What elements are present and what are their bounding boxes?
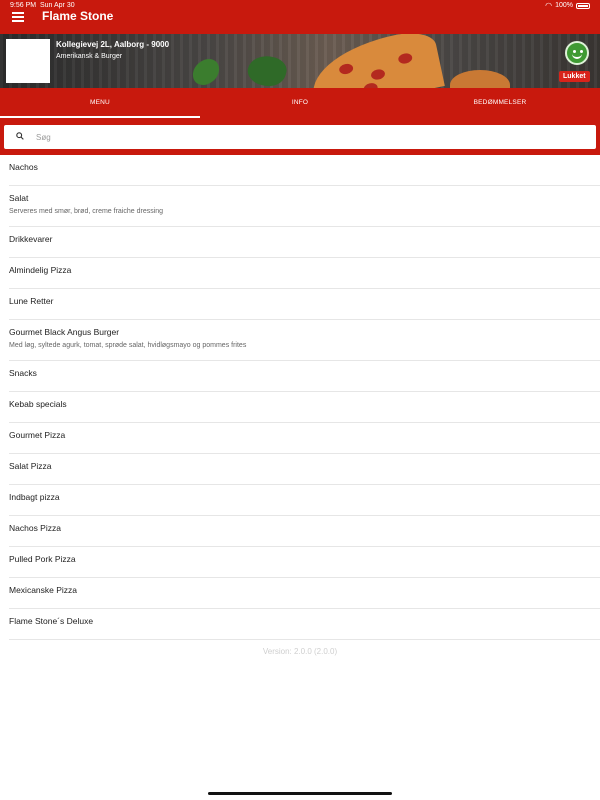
hamburger-icon[interactable]	[12, 12, 24, 22]
menu-item-description: Serveres med smør, brød, creme fraiche d…	[9, 208, 164, 215]
smiley-icon[interactable]	[565, 41, 589, 65]
app-title: Flame Stone	[42, 9, 114, 23]
menu-item-indbagt-pizza[interactable]: Indbagt pizza	[9, 485, 600, 516]
restaurant-cuisine: Amerikansk & Burger	[56, 53, 123, 60]
menu-item-name: Pulled Pork Pizza	[9, 554, 76, 564]
battery-percent: 100%	[555, 2, 573, 9]
menu-item-name: Salat	[9, 193, 29, 203]
app-bar: 9:56 PM Sun Apr 30 ◠ 100% Flame Stone	[0, 0, 600, 34]
pizza-slice-image	[450, 70, 510, 88]
pizza-slice-image	[305, 34, 445, 88]
menu-item-mexicanske-pizza[interactable]: Mexicanske Pizza	[9, 578, 600, 609]
menu-item-name: Salat Pizza	[9, 461, 52, 471]
menu-item-gourmet-pizza[interactable]: Gourmet Pizza	[9, 423, 600, 454]
restaurant-banner: Kollegievej 2L, Aalborg - 9000 Amerikans…	[0, 34, 600, 88]
menu-item-salat-pizza[interactable]: Salat Pizza	[9, 454, 600, 485]
menu-item-name: Gourmet Pizza	[9, 430, 66, 440]
menu-item-name: Mexicanske Pizza	[9, 585, 78, 595]
status-indicators: ◠ 100%	[545, 0, 590, 10]
wifi-icon: ◠	[545, 0, 553, 10]
status-time-text: 9:56 PM	[10, 2, 37, 9]
menu-item-description: Med løg, syltede agurk, tomat, sprøde sa…	[9, 342, 247, 349]
basil-leaf-image	[188, 55, 224, 88]
menu-item-nachos-pizza[interactable]: Nachos Pizza	[9, 516, 600, 547]
basil-leaf-image	[244, 51, 290, 88]
menu-item-name: Lune Retter	[9, 296, 54, 306]
menu-item-snacks[interactable]: Snacks	[9, 361, 600, 392]
restaurant-address: Kollegievej 2L, Aalborg - 9000	[56, 40, 170, 49]
home-indicator[interactable]	[208, 792, 392, 795]
tab-menu[interactable]: MENU	[0, 88, 200, 118]
tab-bar: MENU INFO BEDØMMELSER	[0, 88, 600, 118]
menu-item-kebab-specials[interactable]: Kebab specials	[9, 392, 600, 423]
menu-item-flame-stone-deluxe[interactable]: Flame Stone´s Deluxe	[9, 609, 600, 640]
menu-item-name: Almindelig Pizza	[9, 265, 72, 275]
menu-item-gourmet-burger[interactable]: Gourmet Black Angus Burger Med løg, sylt…	[9, 320, 600, 361]
menu-item-lune-retter[interactable]: Lune Retter	[9, 289, 600, 320]
menu-item-almindelig-pizza[interactable]: Almindelig Pizza	[9, 258, 600, 289]
search-field[interactable]	[4, 125, 596, 149]
status-time: 9:56 PM Sun Apr 30	[10, 2, 75, 9]
menu-item-pulled-pork-pizza[interactable]: Pulled Pork Pizza	[9, 547, 600, 578]
status-date-text: Sun Apr 30	[39, 2, 75, 9]
menu-item-name: Gourmet Black Angus Burger	[9, 327, 120, 337]
search-input[interactable]	[36, 125, 586, 149]
menu-item-nachos[interactable]: Nachos	[9, 155, 600, 186]
version-label: Version: 2.0.0 (2.0.0)	[262, 647, 338, 656]
menu-item-name: Nachos	[9, 162, 38, 172]
menu-item-name: Flame Stone´s Deluxe	[9, 616, 94, 626]
menu-item-name: Indbagt pizza	[9, 492, 60, 502]
battery-icon	[576, 2, 590, 9]
menu-item-name: Kebab specials	[9, 399, 67, 409]
menu-item-name: Nachos Pizza	[9, 523, 61, 533]
tab-reviews[interactable]: BEDØMMELSER	[400, 88, 600, 118]
menu-list: Nachos Salat Serveres med smør, brød, cr…	[9, 155, 600, 640]
restaurant-logo	[6, 39, 50, 83]
search-area	[0, 118, 600, 155]
status-badge: Lukket	[559, 71, 590, 82]
menu-item-name: Snacks	[9, 368, 37, 378]
tab-info[interactable]: INFO	[200, 88, 400, 118]
menu-item-name: Drikkevarer	[9, 234, 53, 244]
search-icon	[16, 132, 24, 140]
menu-item-drikkevarer[interactable]: Drikkevarer	[9, 227, 600, 258]
menu-item-salat[interactable]: Salat Serveres med smør, brød, creme fra…	[9, 186, 600, 227]
